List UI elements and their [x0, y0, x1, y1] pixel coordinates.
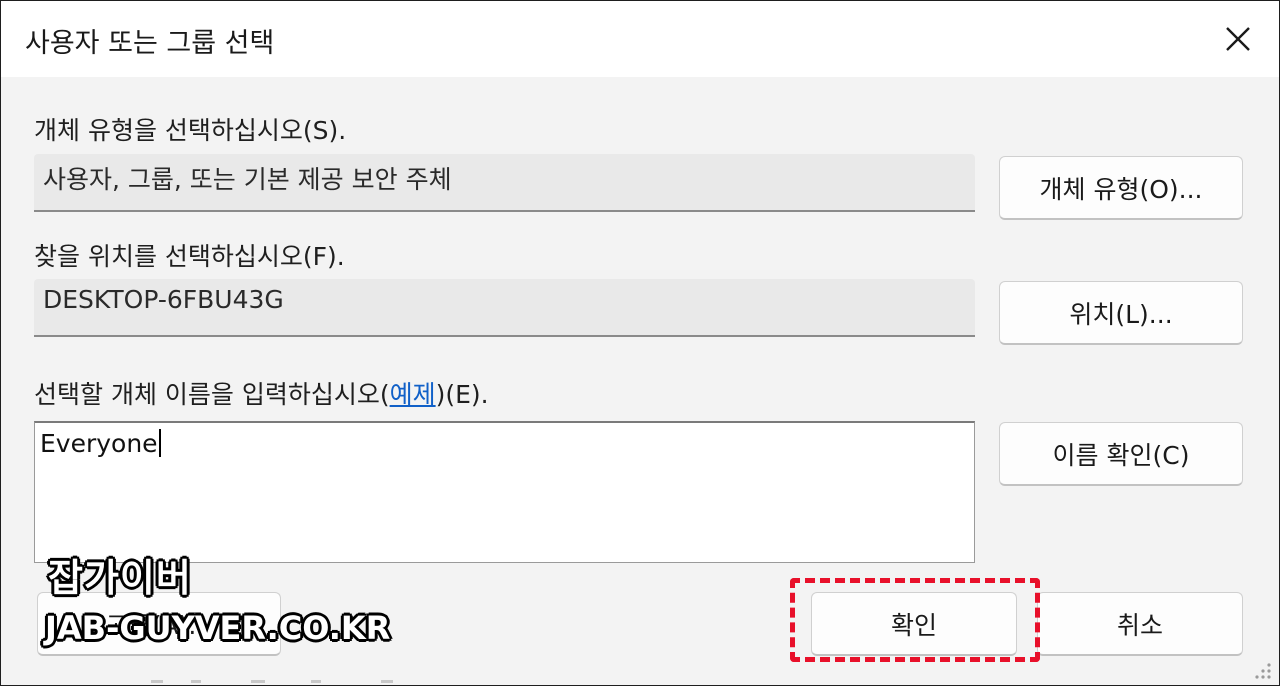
- status-strip: [151, 680, 393, 683]
- location-label: 찾을 위치를 선택하십시오(F).: [34, 242, 345, 271]
- select-users-or-groups-dialog: 사용자 또는 그룹 선택 개체 유형을 선택하십시오(S). 사용자, 그룹, …: [0, 0, 1280, 686]
- watermark-url: JAB-GUYVER.CO.KR: [45, 609, 391, 647]
- object-type-label: 개체 유형을 선택하십시오(S).: [34, 116, 347, 145]
- watermark-korean: 잡가이버: [48, 556, 192, 600]
- cancel-button[interactable]: 취소: [1037, 592, 1243, 656]
- object-type-field: 사용자, 그룹, 또는 기본 제공 보안 주체: [34, 154, 975, 212]
- title-bar: 사용자 또는 그룹 선택: [1, 1, 1279, 77]
- check-names-button[interactable]: 이름 확인(C): [999, 422, 1243, 486]
- resize-grip-icon[interactable]: [1251, 659, 1273, 681]
- object-names-label-suffix: )(E).: [435, 380, 489, 409]
- object-types-button[interactable]: 개체 유형(O)...: [999, 156, 1243, 220]
- object-names-input[interactable]: Everyone: [34, 421, 975, 563]
- ok-button-highlight: [790, 578, 1040, 662]
- location-field: DESKTOP-6FBU43G: [34, 279, 975, 337]
- text-caret: [158, 429, 161, 457]
- object-names-label: 선택할 개체 이름을 입력하십시오(예제)(E).: [34, 375, 489, 411]
- locations-button[interactable]: 위치(L)...: [999, 281, 1243, 345]
- object-names-value: Everyone: [40, 429, 158, 458]
- examples-link[interactable]: 예제: [390, 380, 436, 409]
- close-icon: [1226, 27, 1250, 51]
- location-value: DESKTOP-6FBU43G: [43, 285, 284, 314]
- close-button[interactable]: [1205, 11, 1271, 67]
- window-title: 사용자 또는 그룹 선택: [25, 28, 275, 59]
- object-type-value: 사용자, 그룹, 또는 기본 제공 보안 주체: [43, 165, 452, 194]
- object-names-label-prefix: 선택할 개체 이름을 입력하십시오(: [34, 380, 390, 409]
